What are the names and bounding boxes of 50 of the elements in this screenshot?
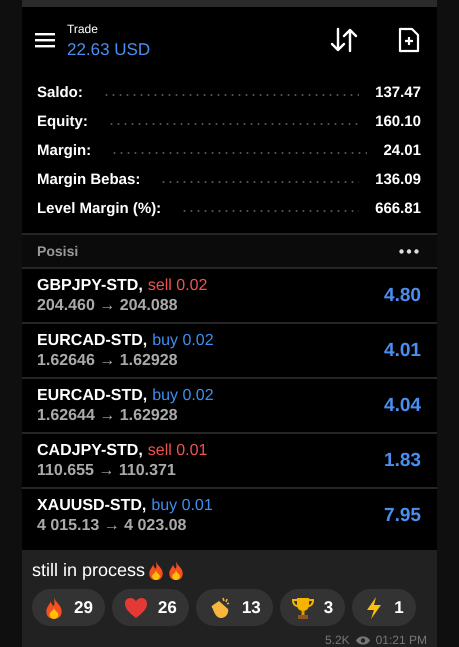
order-type: buy 0.01 (151, 496, 213, 514)
section-title: Posisi (37, 243, 78, 259)
summary-label: Saldo: (37, 84, 83, 101)
profit-value: 4.04 (384, 394, 421, 416)
summary-label: Margin: (37, 142, 92, 159)
summary-value: 136.09 (375, 171, 421, 188)
profit-value: 4.80 (384, 284, 421, 306)
new-document-icon[interactable] (398, 26, 420, 52)
price-range: 110.655 → 110.371 (37, 462, 177, 480)
price-range: 1.62644 → 1.62928 (37, 406, 179, 424)
menu-icon[interactable] (35, 32, 55, 48)
reaction-button[interactable]: 29 (32, 589, 105, 626)
profit-value: 7.95 (384, 504, 421, 526)
symbol: EURCAD-STD, (37, 386, 148, 404)
summary-value: 137.47 (375, 84, 421, 101)
fire-icon (44, 596, 64, 620)
summary-value: 666.81 (375, 200, 421, 217)
more-icon[interactable] (399, 248, 419, 254)
price-range: 204.460 → 204.088 (37, 296, 179, 314)
order-type: sell 0.02 (148, 276, 208, 294)
fire-icon (147, 560, 166, 581)
summary-label: Margin Bebas: (37, 171, 140, 188)
symbol: GBPJPY-STD, (37, 276, 143, 294)
symbol: EURCAD-STD, (37, 332, 148, 350)
reaction-button[interactable]: 1 (352, 589, 416, 626)
reaction-button[interactable]: 13 (196, 589, 273, 626)
order-type: buy 0.02 (152, 332, 214, 350)
summary-value: 160.10 (375, 113, 421, 130)
view-count: 5.2K (324, 633, 350, 647)
symbol: CADJPY-STD, (37, 442, 143, 460)
symbol: XAUUSD-STD, (37, 496, 146, 514)
heart-icon (124, 596, 148, 618)
reaction-button[interactable]: 26 (112, 589, 189, 626)
trophy-icon (292, 596, 314, 620)
order-type: sell 0.01 (148, 442, 208, 460)
summary-label: Equity: (37, 113, 88, 130)
balance-amount: 22.63 USD (67, 40, 152, 60)
summary-value: 24.01 (383, 142, 421, 159)
message-text: still in process (32, 560, 146, 581)
reaction-button[interactable]: 3 (280, 589, 346, 626)
order-type: buy 0.02 (152, 386, 214, 404)
summary-label: Level Margin (%): (37, 200, 162, 217)
fire-icon (167, 560, 186, 581)
price-range: 1.62646 → 1.62928 (37, 352, 179, 370)
screen-title: Trade (67, 22, 99, 36)
message-time: 01:21 PM (376, 633, 427, 647)
price-range: 4 015.13 → 4 023.08 (37, 516, 188, 534)
profit-value: 4.01 (384, 340, 421, 362)
profit-value: 1.83 (384, 450, 421, 472)
sort-icon[interactable] (330, 26, 358, 52)
